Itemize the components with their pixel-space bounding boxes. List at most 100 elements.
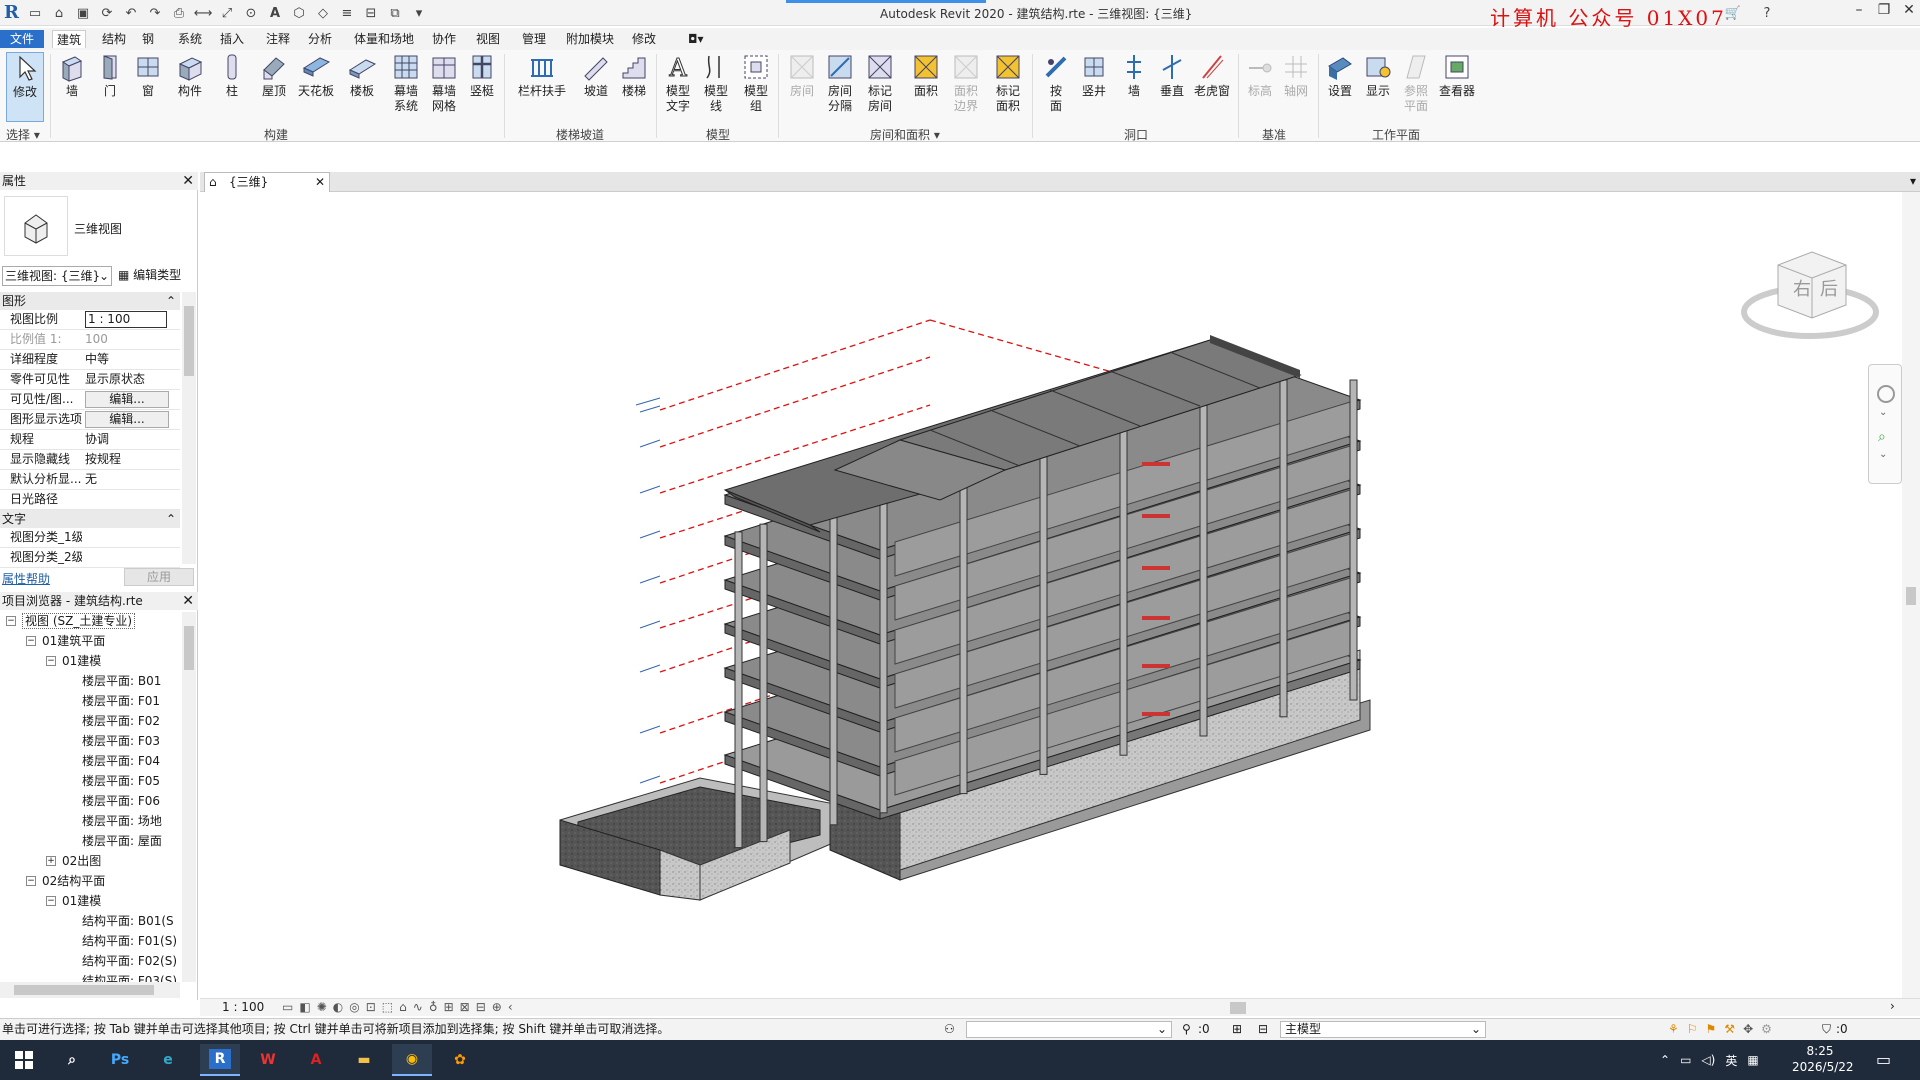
prop-row-view-class-1[interactable]: 视图分类_1级 (0, 528, 180, 548)
render-icon[interactable]: ◎ (349, 1000, 359, 1014)
model-group-button[interactable]: 模型 组 (736, 52, 776, 114)
properties-scrollbar[interactable] (182, 292, 196, 564)
volume-icon[interactable]: ◁) (1701, 1053, 1715, 1067)
wps-icon[interactable]: W (248, 1044, 288, 1076)
undo-icon[interactable]: ↶ (122, 4, 140, 22)
tag-icon[interactable]: ⊙ (242, 4, 260, 22)
browser-hscrollbar[interactable] (0, 982, 180, 998)
app-icon[interactable]: ✿ (440, 1044, 480, 1076)
edge-icon[interactable]: e (148, 1044, 188, 1076)
model-dropdown[interactable]: 主模型 ⌄ (1280, 1021, 1486, 1038)
curtain-system-button[interactable]: 幕墙 系统 (386, 52, 426, 114)
tab-massing-site[interactable]: 体量和场地 (350, 30, 418, 48)
exclude-options-icon[interactable]: ⊟ (1258, 1019, 1268, 1039)
tray-overflow-icon[interactable]: ⌃ (1660, 1053, 1670, 1067)
collapse-icon[interactable]: − (26, 876, 36, 886)
select-panel-label[interactable]: 选择 ▾ (6, 126, 40, 143)
view-vscrollbar[interactable] (1902, 192, 1920, 998)
area-boundary-button[interactable]: 面积 边界 (946, 52, 986, 114)
network-icon[interactable]: ▭ (1680, 1053, 1691, 1067)
zoom-icon[interactable]: ⌕ (1878, 429, 1886, 445)
tab-annotate[interactable]: 注释 (262, 30, 294, 48)
visual-style-icon[interactable]: ◧ (299, 1000, 310, 1014)
prop-row-parts-visibility[interactable]: 零件可见性 显示原状态 (0, 370, 180, 390)
stair-button[interactable]: 楼梯 (614, 52, 654, 99)
area-button[interactable]: 面积 (906, 52, 946, 99)
keyboard-icon[interactable]: ▦ (1747, 1053, 1758, 1067)
edit-graphic-display-button[interactable]: 编辑... (85, 411, 169, 428)
tree-view-item[interactable]: 楼层平面: 屋面 (82, 832, 162, 850)
section-text[interactable]: 文字 ⌃ (0, 510, 180, 528)
show-workplane-button[interactable]: 显示 (1358, 52, 1398, 99)
properties-help-link[interactable]: 属性帮助 (2, 570, 50, 587)
tree-node[interactable]: − 视图 (SZ_土建专业) (6, 612, 136, 630)
workset-dropdown[interactable]: ⌄ (966, 1021, 1172, 1038)
prop-row-discipline[interactable]: 规程 协调 (0, 430, 180, 450)
design-options-icon[interactable]: ⊞ (1232, 1019, 1242, 1039)
tree-view-item[interactable]: 楼层平面: 场地 (82, 812, 162, 830)
tab-analyze[interactable]: 分析 (304, 30, 336, 48)
collapse-icon[interactable]: − (46, 896, 56, 906)
tree-view-item[interactable]: 结构平面: F01(S) (82, 932, 177, 950)
close-icon[interactable]: ✕ (182, 592, 194, 610)
edit-visibility-button[interactable]: 编辑... (85, 391, 169, 408)
door-button[interactable]: 门 (90, 52, 130, 99)
worksets-icon[interactable]: ⚇ (944, 1019, 955, 1039)
photoshop-icon[interactable]: Ps (100, 1044, 140, 1076)
tab-architecture[interactable]: 建筑 (52, 30, 87, 48)
steering-wheel-icon[interactable] (1877, 385, 1895, 403)
tree-view-item[interactable]: 结构平面: F02(S) (82, 952, 177, 970)
select-links-icon[interactable]: ⚘ (1668, 1019, 1679, 1039)
drawing-area[interactable]: 右 后 ⌄ ⌕ ⌄ (200, 192, 1902, 998)
prop-row-analysis-display[interactable]: 默认分析显... 无 (0, 470, 180, 490)
print-icon[interactable]: ⎙ (170, 4, 188, 22)
window-button[interactable]: 窗 (128, 52, 168, 99)
cart-icon[interactable]: 🛒 (1724, 4, 1742, 22)
dormer-button[interactable]: 老虎窗 (1190, 52, 1234, 99)
tree-view-item[interactable]: 楼层平面: F05 (82, 772, 160, 790)
open-icon[interactable]: ▭ (26, 4, 44, 22)
chevron-down-icon[interactable]: ⌄ (1879, 449, 1887, 460)
open-folder-icon[interactable]: ⌂ (50, 4, 68, 22)
tree-view-item[interactable]: 楼层平面: F02 (82, 712, 160, 730)
tree-node[interactable]: −01建模 (46, 892, 101, 910)
building-model[interactable]: 右 后 (200, 192, 1902, 998)
tab-addins[interactable]: 附加模块 (562, 30, 618, 48)
revit-logo[interactable]: R (4, 2, 22, 24)
roof-button[interactable]: 屋顶 (254, 52, 294, 99)
analytical-model-icon[interactable]: ⊠ (460, 1000, 470, 1014)
measure-icon[interactable]: ⟷ (194, 4, 213, 22)
room-separator-button[interactable]: 房间 分隔 (820, 52, 860, 114)
tree-view-item[interactable]: 楼层平面: F04 (82, 752, 160, 770)
model-line-button[interactable]: 模型 线 (696, 52, 736, 114)
temp-hide-icon[interactable]: ∿ (413, 1000, 423, 1014)
browser-scrollbar[interactable] (182, 612, 196, 982)
prop-row-view-class-2[interactable]: 视图分类_2级 (0, 548, 180, 568)
tab-3d-view[interactable]: ⌂ {三维} ✕ (204, 172, 330, 192)
prop-row-hidden-lines[interactable]: 显示隐藏线 按规程 (0, 450, 180, 470)
tree-view-item[interactable]: 楼层平面: B01 (82, 672, 161, 690)
filter-icon[interactable]: ⛉ (1822, 1019, 1831, 1039)
reveal-constraints-icon[interactable]: ⊕ (492, 1000, 502, 1014)
file-explorer-icon[interactable]: ▬ (344, 1044, 384, 1076)
redo-icon[interactable]: ↷ (146, 4, 164, 22)
clock[interactable]: 8:25 2026/5/22 (1792, 1043, 1854, 1075)
ref-plane-button[interactable]: 参照 平面 (1396, 52, 1436, 114)
select-by-face-icon[interactable]: ⚒ (1724, 1019, 1735, 1039)
section-icon[interactable]: ◇ (314, 4, 332, 22)
minimize-button[interactable]: – (1845, 2, 1873, 24)
tree-node[interactable]: −01建筑平面 (26, 632, 105, 650)
wall-button[interactable]: 墙 (52, 52, 92, 99)
edit-type-button[interactable]: ▦ 编辑类型 (118, 266, 196, 286)
viewcube[interactable]: 右 后 (1741, 251, 1879, 339)
close-icon[interactable]: ✕ (182, 172, 194, 190)
component-button[interactable]: 构件 (170, 52, 210, 99)
revit-icon[interactable]: R (200, 1044, 240, 1076)
start-button[interactable] (4, 1044, 44, 1076)
show-crop-icon[interactable]: ⬚ (382, 1000, 393, 1014)
tab-modify[interactable]: 修改 (628, 30, 660, 48)
vertical-opening-button[interactable]: 垂直 (1152, 52, 1192, 99)
tree-view-item[interactable]: 楼层平面: F03 (82, 732, 160, 750)
detail-level-icon[interactable]: ▭ (282, 1000, 293, 1014)
prop-row-view-scale[interactable]: 视图比例 1 : 100 (0, 310, 180, 330)
